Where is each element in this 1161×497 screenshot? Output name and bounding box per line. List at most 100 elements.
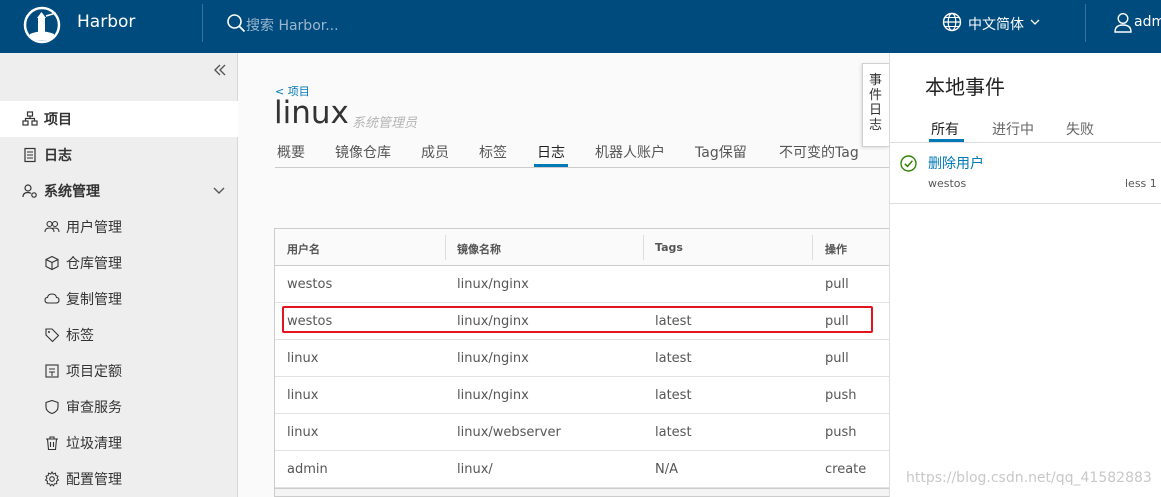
- sidebar-item-gc[interactable]: 垃圾清理: [0, 425, 238, 461]
- column-header-repository[interactable]: 镜像名称: [457, 241, 501, 257]
- cell-tags: latest: [655, 425, 692, 440]
- sidebar-item-label: 项目: [44, 112, 72, 128]
- search-icon[interactable]: [226, 13, 246, 33]
- tab-events-failed[interactable]: 失败: [1066, 119, 1094, 139]
- language-selector[interactable]: 中文简体: [968, 14, 1024, 34]
- sidebar-item-interrogation[interactable]: 审查服务: [0, 389, 238, 425]
- column-header-username[interactable]: 用户名: [287, 241, 320, 257]
- cell-operation: pull: [825, 277, 849, 292]
- cell-tags: latest: [655, 351, 692, 366]
- sidebar-item-quotas[interactable]: 项目定额: [0, 353, 238, 389]
- project-role: 系统管理员: [352, 116, 418, 131]
- user-menu[interactable]: adm: [1134, 14, 1161, 30]
- tab-summary[interactable]: 概要: [277, 142, 305, 162]
- tab-events-all[interactable]: 所有: [931, 119, 959, 139]
- tag-icon: [45, 328, 60, 343]
- sidebar-item-logs[interactable]: 日志: [0, 137, 238, 173]
- quota-icon: [45, 364, 59, 378]
- collapse-sidebar-icon[interactable]: [213, 64, 227, 76]
- table-footer: [275, 488, 889, 496]
- row-highlight-annotation: [282, 306, 873, 333]
- cell-username: linux: [287, 425, 319, 440]
- project-icon: [22, 111, 38, 126]
- cell-repository: linux/nginx: [457, 351, 529, 366]
- user-icon[interactable]: [1113, 12, 1133, 34]
- cell-username: linux: [287, 351, 319, 366]
- table-row[interactable]: linux linux/nginx latest push: [275, 377, 889, 414]
- watermark: https://blog.csdn.net/qq_41582883: [906, 470, 1152, 486]
- column-separator[interactable]: [445, 235, 446, 260]
- event-panel-title: 本地事件: [925, 75, 1005, 99]
- sidebar-item-label: 用户管理: [66, 220, 122, 236]
- table-row[interactable]: linux linux/webserver latest push: [275, 414, 889, 451]
- table-row[interactable]: linux linux/nginx latest pull: [275, 340, 889, 377]
- gear-icon: [44, 471, 60, 487]
- tab-events-running[interactable]: 进行中: [992, 119, 1034, 139]
- users-icon: [44, 220, 60, 233]
- chevron-down-icon[interactable]: [213, 187, 225, 195]
- sidebar-item-label: 系统管理: [44, 184, 100, 200]
- globe-icon[interactable]: [942, 12, 962, 32]
- log-icon: [24, 147, 36, 163]
- event-divider: [889, 203, 1161, 204]
- event-log-toggle-label: 事件日志: [869, 73, 883, 133]
- sidebar-item-label: 配置管理: [66, 472, 122, 488]
- header-divider: [1085, 4, 1086, 42]
- tab-tag-retention[interactable]: Tag保留: [695, 142, 747, 162]
- cell-repository: linux/webserver: [457, 425, 561, 440]
- column-header-operation[interactable]: 操作: [825, 241, 847, 257]
- sidebar-item-label: 仓库管理: [66, 256, 122, 272]
- sidebar-item-administration[interactable]: 系统管理: [0, 173, 238, 209]
- sidebar-item-label: 审查服务: [66, 400, 122, 416]
- chevron-down-icon[interactable]: [1030, 19, 1040, 26]
- cell-username: westos: [287, 277, 333, 292]
- top-header: Harbor 搜索 Harbor... 中文简体 adm: [0, 0, 1161, 53]
- harbor-logo-icon[interactable]: [22, 5, 62, 45]
- sidebar-item-label: 垃圾清理: [66, 436, 122, 452]
- logs-table: 用户名 镜像名称 Tags 操作 westos linux/nginx pull…: [274, 228, 889, 497]
- active-tab-indicator: [534, 164, 568, 167]
- cell-repository: linux/nginx: [457, 388, 529, 403]
- cell-operation: pull: [825, 351, 849, 366]
- cell-operation: push: [825, 425, 857, 440]
- sidebar-item-label: 标签: [66, 328, 94, 344]
- sidebar-item-label: 日志: [44, 148, 72, 164]
- brand-name[interactable]: Harbor: [77, 12, 135, 32]
- tab-robot-accounts[interactable]: 机器人账户: [595, 142, 665, 162]
- search-input[interactable]: 搜索 Harbor...: [246, 15, 446, 35]
- event-log-toggle[interactable]: 事件日志: [862, 63, 889, 147]
- column-separator[interactable]: [643, 235, 644, 260]
- sidebar-item-users[interactable]: 用户管理: [0, 209, 238, 245]
- sidebar-item-labels[interactable]: 标签: [0, 317, 238, 353]
- table-row[interactable]: admin linux/ N/A create: [275, 451, 889, 488]
- cell-repository: linux/: [457, 462, 493, 477]
- admin-icon: [22, 184, 37, 198]
- sidebar-item-label: 项目定额: [66, 364, 122, 380]
- cell-repository: linux/nginx: [457, 277, 529, 292]
- cell-tags: latest: [655, 388, 692, 403]
- sidebar-item-replications[interactable]: 复制管理: [0, 281, 238, 317]
- event-subtitle: westos: [928, 177, 967, 190]
- column-separator[interactable]: [812, 235, 813, 260]
- tab-immutable-tags[interactable]: 不可变的Tag: [779, 142, 859, 162]
- table-header: 用户名 镜像名称 Tags 操作: [275, 229, 889, 266]
- project-title: linux: [274, 95, 349, 131]
- tab-labels[interactable]: 标签: [479, 142, 507, 162]
- replication-icon: [44, 293, 60, 304]
- tab-members[interactable]: 成员: [421, 142, 449, 162]
- sidebar-item-configuration[interactable]: 配置管理: [0, 461, 238, 497]
- event-time: less 1 m: [1125, 177, 1161, 190]
- table-row[interactable]: westos linux/nginx pull: [275, 266, 889, 303]
- tabs-divider: [275, 167, 889, 168]
- event-title[interactable]: 删除用户: [928, 153, 984, 173]
- tab-logs[interactable]: 日志: [537, 142, 565, 162]
- tabs-divider: [889, 142, 1161, 143]
- sidebar-item-registries[interactable]: 仓库管理: [0, 245, 238, 281]
- shield-icon: [45, 399, 59, 415]
- sidebar: 项目 日志 系统管理 用户管理 仓库管理 复制管理 标签 项目定额 审查服务 垃…: [0, 53, 238, 497]
- sidebar-item-projects[interactable]: 项目: [0, 101, 238, 137]
- tab-repositories[interactable]: 镜像仓库: [335, 142, 391, 162]
- column-header-tags[interactable]: Tags: [655, 241, 683, 254]
- cell-tags: N/A: [655, 462, 678, 477]
- cell-username: admin: [287, 462, 328, 477]
